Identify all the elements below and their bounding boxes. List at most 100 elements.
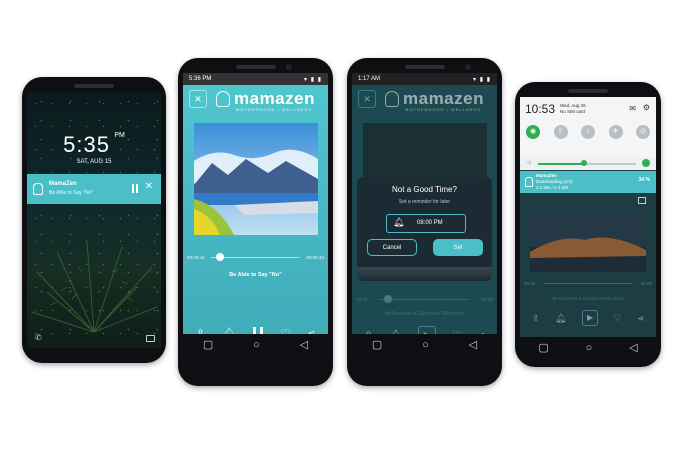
close-icon[interactable]: ✕ xyxy=(145,181,153,192)
front-camera xyxy=(465,64,471,70)
status-bar: 5:36 PM ▾ ▮ ▮ xyxy=(183,73,328,85)
notification-detail: 2.1 MB / 6.3 MB xyxy=(536,185,569,190)
dialog-title: Not a Good Time? xyxy=(392,185,457,194)
speaker xyxy=(74,84,114,88)
track-title: Be Able to Say "No" xyxy=(229,272,282,278)
cover-artwork-dimmed xyxy=(530,212,646,272)
back-icon[interactable]: ◁ xyxy=(300,339,308,351)
dialog-subtitle: Set a reminder for later xyxy=(398,199,451,205)
android-navbar: ▢ ○ ◁ xyxy=(183,334,328,355)
brightness-thumb[interactable] xyxy=(581,160,587,166)
time-value: 08:00 PM xyxy=(417,220,443,226)
player-controls: ⇪ 🔔︎ ▶ ♡ ⋖ xyxy=(524,309,652,327)
seek-track[interactable] xyxy=(380,299,469,300)
elapsed-time: 00:00:42 xyxy=(187,255,205,260)
back-icon[interactable]: ◁ xyxy=(469,339,477,351)
seek-track[interactable] xyxy=(544,283,632,284)
notification-text: Be Able to Say "No" xyxy=(49,190,94,196)
phone-lock-screen: 5:35 PM SAT, AUG 15 MamaZen Be Able to S… xyxy=(22,77,166,363)
home-icon[interactable]: ○ xyxy=(422,339,429,351)
lock-date: SAT, AUG 15 xyxy=(76,159,112,165)
wifi-icon[interactable]: ◉ xyxy=(526,125,540,139)
notification-title: Downloading (1/3) xyxy=(536,179,573,184)
share-icon[interactable]: ⋖ xyxy=(637,314,644,323)
lock-screen: 5:35 PM SAT, AUG 15 MamaZen Be Able to S… xyxy=(27,92,161,348)
mail-icon[interactable]: ✉ xyxy=(629,104,636,113)
notification-percent: 34 % xyxy=(638,177,650,183)
speaker xyxy=(404,65,445,69)
dialog-strip xyxy=(357,267,492,281)
recent-icon[interactable]: ▢ xyxy=(203,339,213,351)
shade-screen: 10:53 Wed, Aug 26 No SIM card ✉ ⚙ ◉ ᛒ ♪ … xyxy=(520,97,656,344)
status-time: 5:36 PM xyxy=(189,76,212,82)
phone-notification-shade: 10:53 Wed, Aug 26 No SIM card ✉ ⚙ ◉ ᛒ ♪ … xyxy=(515,82,661,367)
seek-track[interactable] xyxy=(211,257,300,258)
player-screen: 5:36 PM ▾ ▮ ▮ ✕ mamazen MOTHERHOOD • WEL… xyxy=(183,73,328,355)
track-title: Be Business & Discipline Effectively xyxy=(552,296,624,301)
recent-icon[interactable]: ▢ xyxy=(538,342,548,354)
shade-time: 10:53 xyxy=(525,102,556,116)
quick-tiles: ◉ ᛒ ♪ ✈ ◎ xyxy=(526,125,650,139)
heart-icon[interactable]: ♡ xyxy=(614,313,622,324)
phone-player: 5:36 PM ▾ ▮ ▮ ✕ mamazen MOTHERHOOD • WEL… xyxy=(178,58,333,386)
shade-header: 10:53 Wed, Aug 26 No SIM card ✉ ⚙ ◉ ᛒ ♪ … xyxy=(520,97,656,157)
play-button[interactable]: ▶ xyxy=(582,310,599,326)
bell-icon[interactable]: 🔔︎ xyxy=(555,313,566,324)
bell-icon: 🔔︎ xyxy=(393,217,405,227)
reminder-screen: 1:17 AM ▾ ▮ ▮ ✕ mamazen MOTHERHOOD • WEL… xyxy=(352,73,497,355)
cover-artwork-image xyxy=(194,123,318,235)
recent-icon[interactable]: ▢ xyxy=(372,339,382,351)
reminder-dialog: Not a Good Time? Set a reminder for late… xyxy=(357,177,492,281)
status-time: 1:17 AM xyxy=(358,76,381,82)
speaker xyxy=(235,65,276,69)
time-picker-field[interactable]: 🔔︎ 08:00 PM xyxy=(386,214,466,233)
seek-thumb[interactable] xyxy=(384,295,392,303)
home-icon[interactable]: ○ xyxy=(586,342,593,354)
back-icon[interactable]: ◁ xyxy=(629,342,637,354)
status-icons: ▾ ▮ ▮ xyxy=(473,76,491,83)
status-icons: ▾ ▮ ▮ xyxy=(304,76,322,83)
seek-thumb[interactable] xyxy=(216,253,224,261)
total-time: 00:00 xyxy=(481,297,493,302)
total-time: 00:05:42 xyxy=(306,255,324,260)
download-notification[interactable]: MamaZen Downloading (1/3) 2.1 MB / 6.3 M… xyxy=(520,171,656,193)
eye-icon[interactable]: ◎ xyxy=(636,125,650,139)
clock: 5:35 PM xyxy=(27,132,161,158)
share-up-icon[interactable]: ⇪ xyxy=(532,313,540,324)
speaker xyxy=(568,89,608,93)
sound-icon[interactable]: ♪ xyxy=(581,125,595,139)
settings-icon[interactable]: ⚙ xyxy=(643,103,650,112)
palm-leaves-image xyxy=(31,241,158,333)
phone-icon[interactable]: ✆ xyxy=(35,333,42,342)
shade-sim: No SIM card xyxy=(560,109,586,114)
brand-tagline: MOTHERHOOD • WELLNESS xyxy=(405,107,481,112)
auto-brightness-icon[interactable] xyxy=(642,159,650,167)
close-icon[interactable]: ✕ xyxy=(189,90,207,108)
phone-reminder: 1:17 AM ▾ ▮ ▮ ✕ mamazen MOTHERHOOD • WEL… xyxy=(347,58,502,386)
status-bar: 1:17 AM ▾ ▮ ▮ xyxy=(352,73,497,85)
mamazen-mark-icon xyxy=(216,91,230,107)
brand-name: mamazen xyxy=(234,89,315,108)
brightness-icon: ☼ xyxy=(526,159,533,166)
close-icon[interactable]: ✕ xyxy=(358,90,376,108)
mamazen-logo: mamazen MOTHERHOOD • WELLNESS xyxy=(385,89,484,112)
mamazen-small-icon xyxy=(525,177,533,187)
clock-time: 5:35 xyxy=(63,132,110,157)
set-button[interactable]: Set xyxy=(433,239,483,256)
clock-ampm: PM xyxy=(114,132,125,139)
shade-date: Wed, Aug 26 xyxy=(560,103,586,108)
notification-app: MamaZen xyxy=(49,181,77,187)
brightness-row: ☼ xyxy=(520,157,656,170)
lock-notification[interactable]: MamaZen Be Able to Say "No" ✕ xyxy=(27,174,161,204)
total-time: 00:00 xyxy=(640,281,652,286)
pause-icon[interactable] xyxy=(132,184,139,193)
android-navbar: ▢ ○ ◁ xyxy=(352,334,497,355)
home-icon[interactable]: ○ xyxy=(253,339,260,351)
bluetooth-icon[interactable]: ᛒ xyxy=(553,125,568,139)
airplane-icon[interactable]: ✈ xyxy=(608,125,623,139)
camera-icon[interactable] xyxy=(146,335,155,342)
elapsed-time: 00:00 xyxy=(356,297,368,302)
brightness-fill xyxy=(538,163,583,165)
cancel-button[interactable]: Cancel xyxy=(367,239,417,256)
mamazen-small-icon xyxy=(33,183,43,195)
